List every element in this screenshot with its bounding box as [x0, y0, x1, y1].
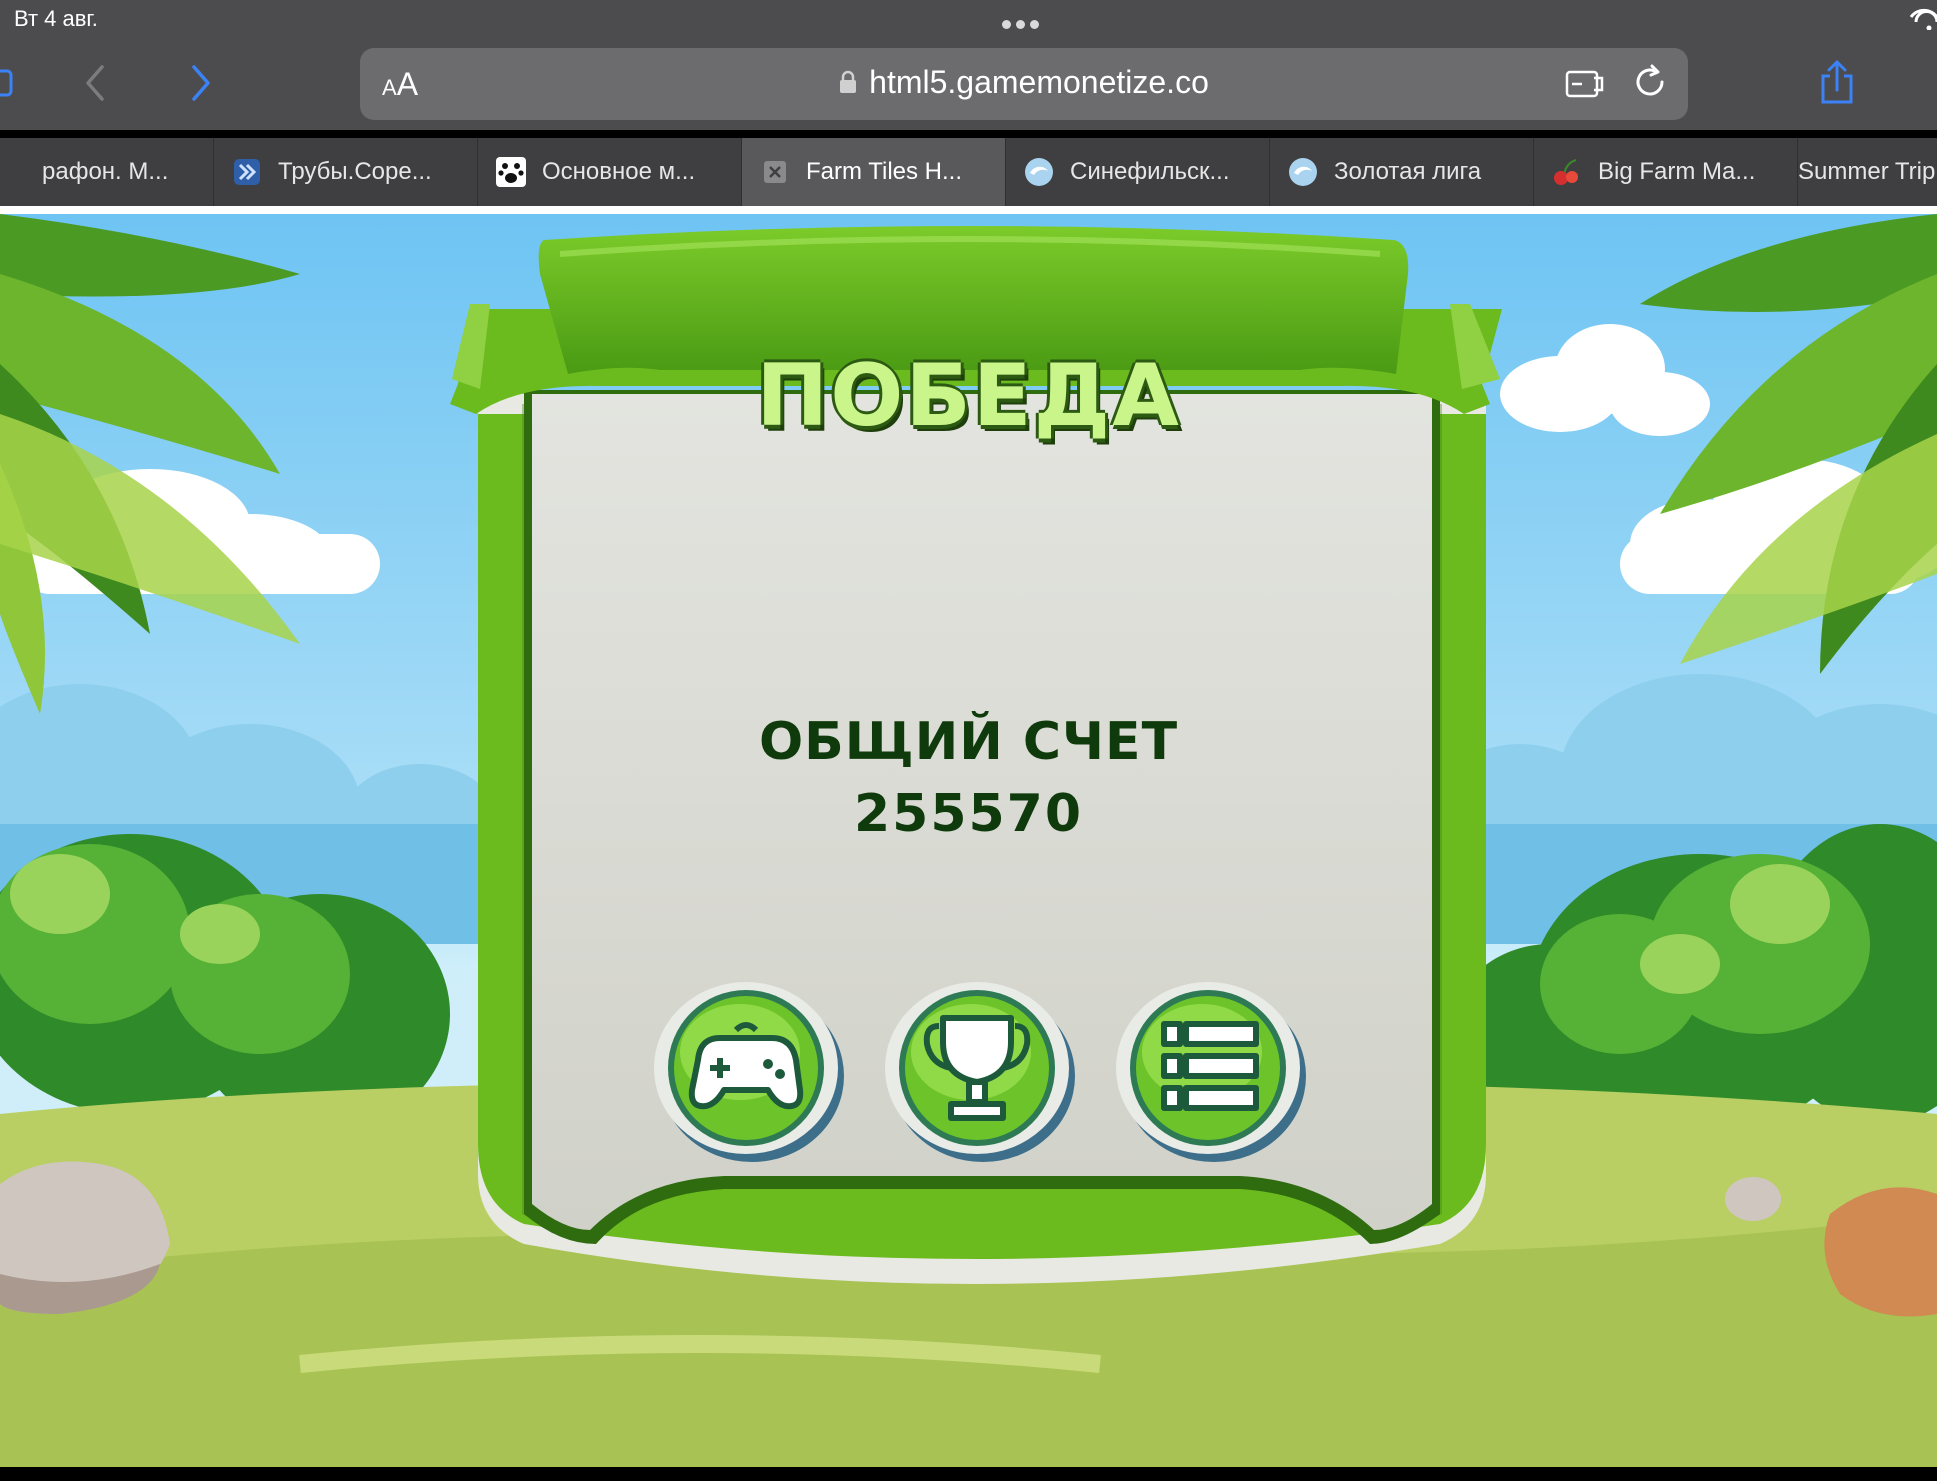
game-canvas[interactable]: ПОБЕДА ОБЩИЙ СЧЕТ 255570: [0, 214, 1937, 1467]
tab-farm-tiles[interactable]: Farm Tiles H...: [742, 138, 1006, 206]
tab-label: Синефильск...: [1070, 158, 1230, 185]
tab-label: Трубы.Соре...: [278, 158, 432, 185]
status-date: Вт 4 авг.: [14, 6, 98, 31]
tab-cinephile[interactable]: Синефильск...: [1006, 138, 1270, 206]
tab-divider: [0, 206, 1937, 214]
paw-favicon-icon: [496, 157, 526, 187]
tab-label: Big Farm Ma...: [1598, 158, 1756, 185]
cherry-favicon-icon: [1552, 157, 1582, 187]
sidebar-icon[interactable]: [0, 60, 20, 106]
globe-favicon-icon: [1024, 157, 1054, 187]
address-bar[interactable]: AA html5.gamemonetize.co: [360, 48, 1688, 120]
back-button[interactable]: [72, 60, 118, 106]
extension-icon[interactable]: [1564, 66, 1608, 102]
multitasking-dots-icon[interactable]: [1002, 14, 1046, 29]
victory-title: ПОБЕДА: [756, 346, 1181, 446]
lock-icon: [840, 70, 857, 93]
reload-icon[interactable]: [1630, 62, 1670, 102]
tab-golden-league[interactable]: Золотая лига: [1270, 138, 1534, 206]
tab-pipes[interactable]: Трубы.Соре...: [214, 138, 478, 206]
levels-menu-button[interactable]: [1112, 972, 1308, 1168]
tab-marathon[interactable]: рафон. М...: [0, 138, 214, 206]
new-tab-icon[interactable]: [1920, 60, 1937, 106]
status-bar: Вт 4 авг.: [0, 0, 1937, 40]
tab-big-farm[interactable]: Big Farm Ma...: [1534, 138, 1798, 206]
tab-bar: рафон. М... Трубы.Соре... Основное м... …: [0, 138, 1937, 206]
wifi-icon: [1909, 8, 1937, 30]
play-again-button[interactable]: [650, 972, 846, 1168]
url-text: html5.gamemonetize.co: [869, 64, 1209, 100]
close-tab-icon[interactable]: [760, 157, 790, 187]
tab-label: рафон. М...: [42, 158, 169, 185]
leaderboard-button[interactable]: [881, 972, 1077, 1168]
pipes-favicon-icon: [232, 157, 262, 187]
tab-label: Farm Tiles H...: [806, 158, 963, 185]
tab-label: Основное м...: [542, 158, 696, 185]
list-icon: [1161, 1021, 1259, 1111]
browser-toolbar: AA html5.gamemonetize.co: [0, 40, 1937, 130]
tab-label: Золотая лига: [1334, 158, 1482, 185]
share-icon[interactable]: [1814, 60, 1860, 106]
globe-favicon-icon: [1288, 157, 1318, 187]
total-score-label: ОБЩИЙ СЧЕТ: [758, 712, 1179, 772]
bottom-edge: [0, 1467, 1937, 1481]
tab-main[interactable]: Основное м...: [478, 138, 742, 206]
forward-button[interactable]: [178, 60, 224, 106]
tab-label: Summer Trip: [1798, 158, 1936, 185]
tab-summer-trip[interactable]: Summer Trip: [1798, 138, 1937, 206]
total-score-value: 255570: [853, 784, 1084, 844]
